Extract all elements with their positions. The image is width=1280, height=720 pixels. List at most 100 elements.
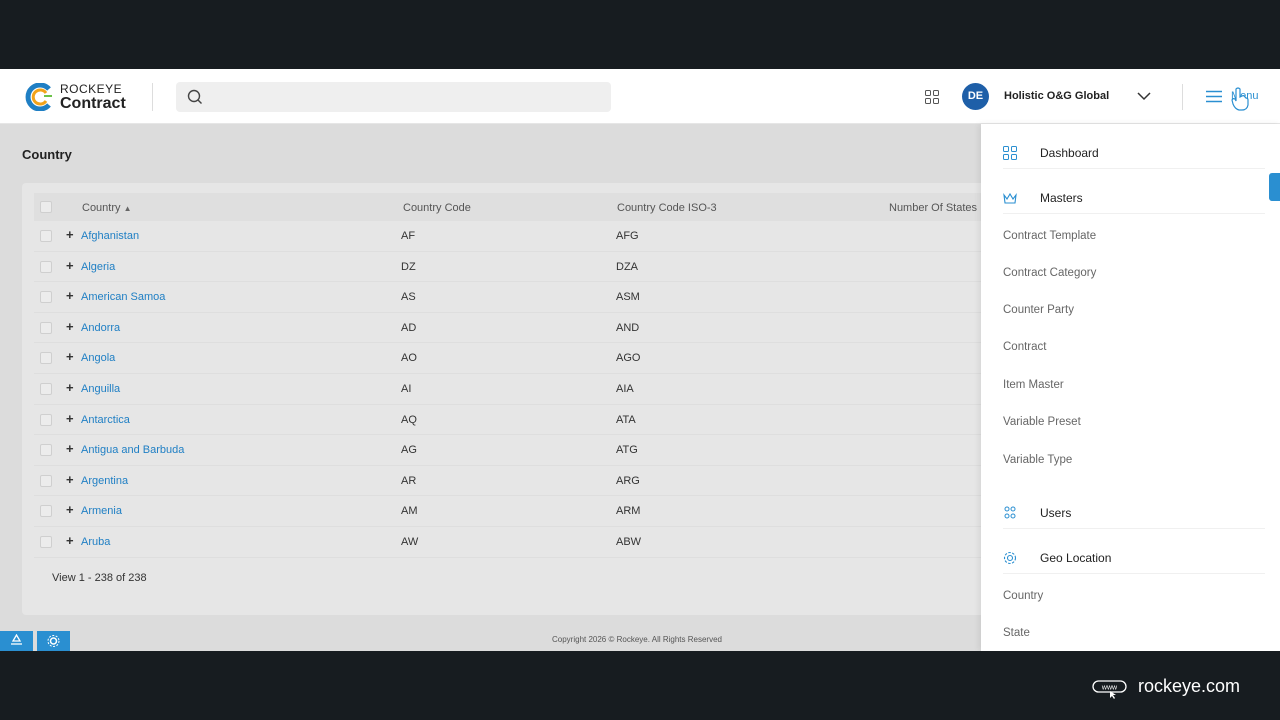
divider: [1003, 213, 1265, 214]
table-row[interactable]: + Afghanistan AF AFG: [34, 221, 1002, 252]
expand-row-icon[interactable]: +: [66, 227, 74, 242]
hamburger-menu-icon[interactable]: [1206, 90, 1222, 103]
row-checkbox[interactable]: [40, 413, 52, 426]
country-link[interactable]: Angola: [81, 352, 115, 364]
table-row[interactable]: + Aruba AW ABW: [34, 527, 1002, 558]
sidebar-subitem-variable-type[interactable]: Variable Type: [1003, 454, 1072, 466]
search-icon: [187, 89, 202, 104]
table-row[interactable]: + American Samoa AS ASM: [34, 282, 1002, 313]
row-checkbox[interactable]: [40, 444, 52, 457]
row-checkbox[interactable]: [40, 505, 52, 518]
iso3-cell: ARG: [616, 474, 640, 487]
column-header-country-code[interactable]: Country Code: [403, 202, 471, 214]
country-link[interactable]: Andorra: [81, 322, 120, 334]
country-code-cell: AR: [401, 474, 417, 487]
crown-icon: [1003, 192, 1017, 204]
row-checkbox[interactable]: [40, 383, 52, 395]
table-row[interactable]: + Angola AO AGO: [34, 343, 1002, 374]
video-top-frame: [0, 0, 1280, 69]
sidebar-subitem-country[interactable]: Country: [1003, 590, 1043, 602]
table-row[interactable]: + Argentina AR ARG: [34, 466, 1002, 497]
country-link[interactable]: Argentina: [81, 475, 128, 487]
column-header-country[interactable]: Country ▲: [82, 202, 132, 214]
expand-row-icon[interactable]: +: [66, 319, 74, 334]
rockeye-logo-mark-icon: [25, 83, 52, 111]
table-row[interactable]: + Anguilla AI AIA: [34, 374, 1002, 405]
expand-row-icon[interactable]: +: [66, 411, 74, 426]
sidebar-subitem-item-master[interactable]: Item Master: [1003, 379, 1064, 391]
country-table-card: Country ▲ Country Code Country Code ISO-…: [22, 183, 1002, 615]
table-row[interactable]: + Algeria DZ DZA: [34, 252, 1002, 283]
sidebar-item-dashboard[interactable]: Dashboard: [981, 138, 1271, 169]
expand-row-icon[interactable]: +: [66, 380, 74, 395]
sidebar-subitem-state[interactable]: State: [1003, 627, 1030, 639]
country-code-cell: AF: [401, 230, 416, 242]
chevron-down-icon[interactable]: [1137, 91, 1151, 101]
side-menu-panel: Dashboard Masters Contract Template Cont…: [981, 124, 1280, 651]
iso3-cell: ABW: [616, 536, 642, 548]
iso3-cell: ARM: [616, 505, 641, 518]
expand-row-icon[interactable]: +: [66, 533, 74, 548]
country-link[interactable]: Anguilla: [81, 383, 120, 395]
row-checkbox[interactable]: [40, 321, 52, 334]
copyright-text: Copyright 2026 © Rockeye. All Rights Res…: [552, 635, 722, 644]
row-checkbox[interactable]: [40, 536, 52, 548]
country-link[interactable]: Armenia: [81, 505, 122, 517]
country-link[interactable]: Algeria: [81, 261, 115, 273]
svg-text:www: www: [1101, 685, 1118, 692]
country-code-cell: AQ: [401, 413, 417, 426]
sidebar-subitem-variable-preset[interactable]: Variable Preset: [1003, 416, 1081, 428]
row-checkbox[interactable]: [40, 474, 52, 487]
country-code-cell: AW: [401, 536, 419, 548]
country-link[interactable]: Aruba: [81, 536, 110, 548]
sidebar-item-label: Masters: [1040, 191, 1083, 205]
expand-row-icon[interactable]: +: [66, 258, 74, 273]
sidebar-item-users[interactable]: Users: [981, 498, 1271, 529]
select-all-checkbox[interactable]: [40, 201, 52, 213]
sort-ascending-icon: ▲: [123, 204, 132, 213]
table-row[interactable]: + Antigua and Barbuda AG ATG: [34, 435, 1002, 466]
iso3-cell: ATG: [616, 444, 638, 457]
country-link[interactable]: Antigua and Barbuda: [81, 444, 184, 456]
iso3-cell: DZA: [616, 260, 638, 273]
user-avatar[interactable]: DE: [962, 83, 989, 110]
sidebar-item-label: Users: [1040, 506, 1072, 520]
column-header-number-of-states[interactable]: Number Of States: [889, 202, 977, 214]
sidebar-subitem-contract-category[interactable]: Contract Category: [1003, 267, 1096, 279]
brand-url: rockeye.com: [1138, 676, 1241, 696]
expand-row-icon[interactable]: +: [66, 472, 74, 487]
expand-row-icon[interactable]: +: [66, 502, 74, 517]
rockeye-logo[interactable]: ROCKEYE Contract: [22, 81, 137, 113]
column-label: Country: [82, 202, 121, 214]
apps-grid-icon[interactable]: [925, 90, 939, 104]
sidebar-subitem-contract-template[interactable]: Contract Template: [1003, 230, 1096, 242]
divider: [1003, 168, 1265, 169]
row-checkbox[interactable]: [40, 291, 52, 304]
iso3-cell: AIA: [616, 383, 634, 395]
recycle-button[interactable]: [0, 631, 33, 651]
table-row[interactable]: + Armenia AM ARM: [34, 496, 1002, 527]
row-checkbox[interactable]: [40, 352, 52, 365]
row-checkbox[interactable]: [40, 230, 52, 242]
settings-button[interactable]: [37, 631, 70, 651]
country-code-cell: AO: [401, 352, 417, 365]
table-row[interactable]: + Andorra AD AND: [34, 313, 1002, 344]
row-checkbox[interactable]: [40, 260, 52, 273]
sidebar-subitem-counter-party[interactable]: Counter Party: [1003, 304, 1074, 316]
sidebar-item-geo-location[interactable]: Geo Location: [981, 543, 1271, 574]
table-row[interactable]: + Antarctica AQ ATA: [34, 405, 1002, 436]
expand-row-icon[interactable]: +: [66, 288, 74, 303]
expand-row-icon[interactable]: +: [66, 441, 74, 456]
sidebar-subitem-contract[interactable]: Contract: [1003, 341, 1046, 353]
iso3-cell: AND: [616, 321, 640, 334]
sidebar-item-masters[interactable]: Masters: [981, 183, 1271, 214]
header-divider: [1182, 84, 1183, 110]
side-panel-tab[interactable]: [1269, 173, 1280, 201]
search-input[interactable]: [176, 82, 611, 112]
column-header-iso3[interactable]: Country Code ISO-3: [617, 202, 717, 214]
country-link[interactable]: Antarctica: [81, 414, 130, 426]
expand-row-icon[interactable]: +: [66, 349, 74, 364]
organization-name[interactable]: Holistic O&G Global: [1004, 90, 1109, 102]
country-link[interactable]: American Samoa: [81, 291, 165, 303]
country-link[interactable]: Afghanistan: [81, 230, 139, 242]
